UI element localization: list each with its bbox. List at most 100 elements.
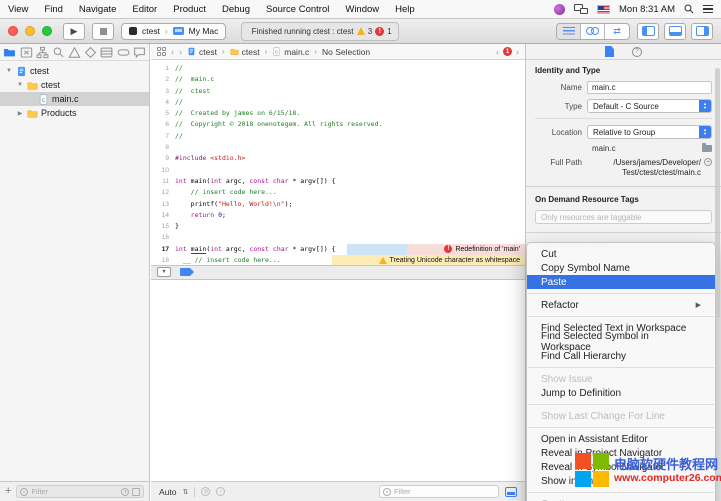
menu-item-editor[interactable]: Editor — [124, 4, 165, 15]
breadcrumb-main-c[interactable]: cmain.c — [272, 47, 309, 57]
zoom-window-button[interactable] — [42, 26, 52, 36]
menubar-clock[interactable]: Mon 8:31 AM — [619, 4, 675, 15]
forward-button[interactable]: › — [179, 47, 182, 57]
warning-triangle-icon[interactable] — [357, 27, 365, 35]
recent-files-icon[interactable] — [121, 488, 129, 496]
disclosure-open-icon[interactable]: ▼ — [16, 82, 24, 88]
code-line-9[interactable]: 9#include <stdio.h> — [151, 153, 525, 164]
stop-button[interactable] — [92, 23, 114, 40]
issue-navigator-tab[interactable] — [68, 45, 82, 59]
app-status-icon[interactable] — [554, 4, 565, 15]
code-line-17[interactable]: 17int main(int argc, const char * argv[]… — [151, 244, 525, 255]
code-line-16[interactable]: 16 — [151, 232, 525, 243]
name-field[interactable]: main.c — [587, 81, 712, 94]
notification-center-icon[interactable] — [703, 5, 713, 13]
location-dropdown[interactable]: Relative to Group ▲▼ — [587, 125, 712, 139]
version-editor-button[interactable]: ⇄ — [605, 24, 629, 39]
navigator-filter-field[interactable]: Filter — [16, 485, 144, 498]
source-control-status-icon[interactable] — [132, 488, 140, 496]
standard-editor-button[interactable] — [557, 24, 581, 39]
console-view-toggle-icon[interactable] — [505, 487, 517, 497]
code-line-5[interactable]: 5// Created by james on 6/15/18. — [151, 108, 525, 119]
tree-row-ctest[interactable]: ▼ctest — [0, 78, 149, 92]
code-line-18[interactable]: 18 __ // insert code here... — [151, 255, 525, 264]
disclosure-closed-icon[interactable]: ▶ — [16, 110, 24, 117]
input-source-flag-icon[interactable] — [597, 5, 610, 14]
symbol-navigator-tab[interactable] — [35, 45, 49, 59]
context-menu-item-open-in-assistant-editor[interactable]: Open in Assistant Editor — [527, 432, 715, 446]
tree-row-ctest[interactable]: ▼ctest — [0, 64, 149, 78]
code-line-14[interactable]: 14 return 0; — [151, 210, 525, 221]
reveal-path-arrow-icon[interactable]: ➜ — [704, 158, 712, 166]
context-menu-item-refactor[interactable]: Refactor▶ — [527, 298, 715, 312]
context-menu-item-jump-to-definition[interactable]: Jump to Definition — [527, 386, 715, 400]
code-line-15[interactable]: 15} — [151, 221, 525, 232]
clear-console-icon[interactable]: ⊘ — [201, 487, 210, 496]
minimize-window-button[interactable] — [25, 26, 35, 36]
find-navigator-tab[interactable] — [52, 45, 66, 59]
context-menu-item-find-selected-symbol-in-workspace[interactable]: Find Selected Symbol in Workspace — [527, 335, 715, 349]
code-line-13[interactable]: 13 printf("Hello, World!\n"); — [151, 199, 525, 210]
related-items-icon[interactable] — [157, 47, 166, 56]
code-line-10[interactable]: 10 — [151, 165, 525, 176]
tree-row-main-c[interactable]: cmain.c — [0, 92, 149, 106]
code-line-3[interactable]: 3// ctest — [151, 86, 525, 97]
previous-issue-button[interactable]: ‹ — [496, 47, 499, 57]
toggle-debug-area-button[interactable] — [664, 23, 686, 40]
source-control-navigator-tab[interactable] — [19, 45, 33, 59]
menu-item-help[interactable]: Help — [387, 4, 423, 15]
scheme-selector[interactable]: ctest › My Mac — [121, 23, 226, 40]
file-inspector-tab[interactable] — [605, 46, 614, 57]
report-navigator-tab[interactable] — [132, 45, 146, 59]
type-dropdown[interactable]: Default - C Source ▲▼ — [587, 99, 712, 113]
quick-help-tab[interactable]: ? — [632, 47, 642, 57]
breakpoint-navigator-tab[interactable] — [116, 45, 130, 59]
spotlight-icon[interactable] — [684, 4, 694, 14]
context-menu-item-paste[interactable]: Paste — [527, 275, 715, 289]
context-menu-item-cut[interactable]: Cut — [527, 247, 715, 261]
debug-navigator-tab[interactable] — [100, 45, 114, 59]
code-line-12[interactable]: 12 // insert code here... — [151, 187, 525, 198]
code-line-1[interactable]: 1// — [151, 63, 525, 74]
menu-item-window[interactable]: Window — [337, 4, 387, 15]
error-circle-icon[interactable]: ! — [375, 27, 384, 36]
code-line-4[interactable]: 4// — [151, 97, 525, 108]
breadcrumb-ctest[interactable]: ctest — [187, 47, 217, 57]
source-code-editor[interactable]: !Redefinition of 'main'Treating Unicode … — [151, 60, 525, 265]
menu-item-source-control[interactable]: Source Control — [258, 4, 337, 15]
menu-item-debug[interactable]: Debug — [214, 4, 258, 15]
info-icon[interactable]: i — [216, 487, 225, 496]
menu-item-view[interactable]: View — [0, 4, 36, 15]
debug-console[interactable] — [151, 280, 525, 482]
menu-item-product[interactable]: Product — [165, 4, 214, 15]
issue-badge[interactable]: 1 — [503, 47, 512, 56]
run-button[interactable]: ▶ — [63, 23, 85, 40]
close-window-button[interactable] — [8, 26, 18, 36]
code-line-7[interactable]: 7// — [151, 131, 525, 142]
add-button[interactable]: + — [5, 486, 11, 497]
breakpoint-toggle-icon[interactable] — [180, 268, 194, 276]
toggle-navigator-button[interactable] — [637, 23, 659, 40]
breadcrumb-no-selection[interactable]: No Selection — [322, 47, 370, 57]
menu-item-navigate[interactable]: Navigate — [71, 4, 125, 15]
variables-scope-label[interactable]: Auto — [159, 487, 177, 497]
assistant-editor-button[interactable] — [581, 24, 605, 39]
context-menu-item-copy-symbol-name[interactable]: Copy Symbol Name — [527, 261, 715, 275]
breadcrumb-ctest[interactable]: ctest — [230, 47, 260, 57]
test-navigator-tab[interactable] — [84, 45, 98, 59]
toggle-inspector-button[interactable] — [691, 23, 713, 40]
inspector-scrollbar[interactable] — [715, 68, 720, 318]
tree-row-products[interactable]: ▶Products — [0, 106, 149, 120]
menu-item-find[interactable]: Find — [36, 4, 70, 15]
choose-folder-icon[interactable] — [702, 145, 712, 152]
next-issue-button[interactable]: › — [516, 47, 519, 57]
displays-icon[interactable] — [574, 4, 588, 14]
code-line-8[interactable]: 8 — [151, 142, 525, 153]
project-navigator-tab[interactable] — [3, 45, 17, 59]
back-button[interactable]: ‹ — [171, 47, 174, 57]
code-line-2[interactable]: 2// main.c — [151, 74, 525, 85]
resource-tags-field[interactable]: Only resources are taggable — [535, 210, 712, 224]
hide-debug-area-button[interactable]: ▼ — [157, 267, 171, 277]
disclosure-open-icon[interactable]: ▼ — [5, 68, 13, 74]
console-filter-field[interactable]: Filter — [379, 485, 499, 498]
